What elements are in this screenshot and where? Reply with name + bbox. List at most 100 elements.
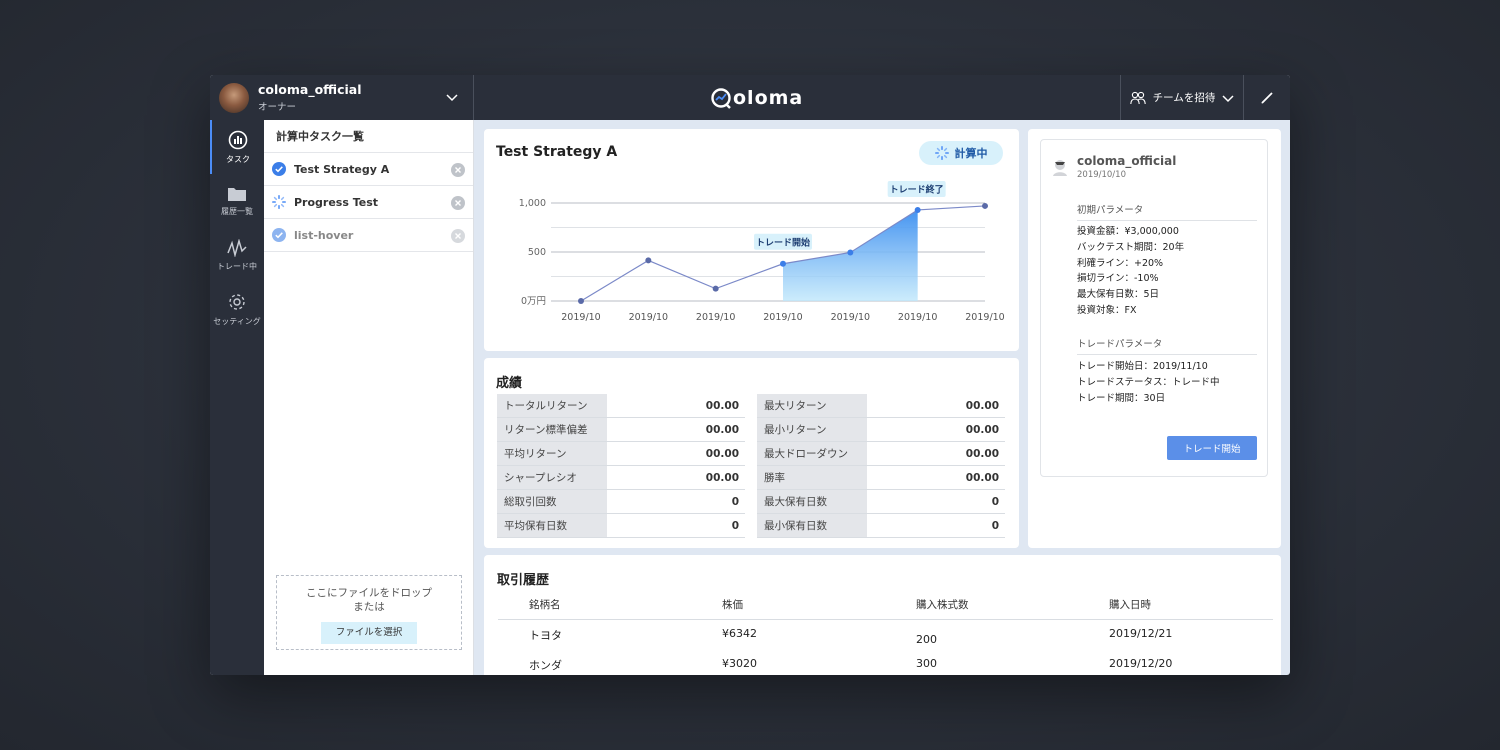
x-tick-label: 2019/10 <box>763 312 802 323</box>
invite-label: チームを招待 <box>1152 92 1216 104</box>
data-point <box>578 298 584 304</box>
performance-row: 平均保有日数 0 <box>497 514 745 538</box>
metric-label: 最大保有日数 <box>757 490 867 513</box>
select-file-button[interactable]: ファイルを選択 <box>321 622 417 644</box>
dropzone-text: ここにファイルをドロップ <box>306 587 432 599</box>
param-line: 損切ライン：-10% <box>1077 273 1159 285</box>
metric-label: 最大リターン <box>757 394 867 417</box>
metric-value: 00.00 <box>705 471 739 484</box>
parameters-card: coloma_official 2019/10/10 初期パラメータ 投資金額：… <box>1028 129 1281 548</box>
metric-value: 00.00 <box>965 447 999 460</box>
task-item[interactable]: Progress Test <box>264 186 473 219</box>
nav-label: トレード中 <box>217 261 257 271</box>
param-line: トレードステータス：トレード中 <box>1077 376 1220 388</box>
performance-row: シャープレシオ 00.00 <box>497 466 745 490</box>
metric-value: 00.00 <box>705 447 739 460</box>
performance-table-left: トータルリターン 00.00 リターン標準偏差 00.00 平均リターン 00.00 シャー… <box>497 394 745 538</box>
share-count: 200 <box>916 633 937 646</box>
column-header: 購入日時 <box>1109 599 1151 611</box>
pencil-icon <box>1261 91 1273 104</box>
performance-row: トータルリターン 00.00 <box>497 394 745 418</box>
initial-params-title: 初期パラメータ <box>1077 202 1257 221</box>
x-tick-label: 2019/10 <box>561 312 600 323</box>
task-list-panel: 計算中タスク一覧 Test Strategy A Progress Test l… <box>264 120 474 675</box>
metric-label: 最小保有日数 <box>757 514 867 537</box>
metric-value: 00.00 <box>965 423 999 436</box>
nav-item-tasks[interactable]: タスク <box>210 120 264 174</box>
gear-icon <box>229 293 245 310</box>
share-count: 300 <box>916 657 937 670</box>
stock-price: ¥6342 <box>722 627 757 640</box>
param-date: 2019/10/10 <box>1077 170 1126 180</box>
check-circle-icon <box>272 162 286 176</box>
avatar <box>219 82 249 113</box>
team-icon <box>1129 91 1146 104</box>
nav-item-history[interactable]: 履歴一覧 <box>210 174 264 228</box>
chevron-down-icon <box>1222 94 1234 102</box>
task-name: Progress Test <box>294 195 379 209</box>
remove-icon[interactable] <box>451 196 465 210</box>
logo-magnifier-icon <box>711 88 731 109</box>
performance-title: 成績 <box>496 376 523 391</box>
trade-params-title: トレードパラメータ <box>1077 336 1257 355</box>
y-tick-label: 1,000 <box>519 198 546 209</box>
param-user-name: coloma_official <box>1077 154 1177 168</box>
data-point <box>982 202 988 209</box>
param-line: トレード開始日：2019/11/10 <box>1077 361 1208 372</box>
performance-row: 最大保有日数 0 <box>757 490 1005 514</box>
chevron-down-icon[interactable] <box>446 91 458 103</box>
nav-item-trading[interactable]: トレード中 <box>210 228 264 282</box>
annotation-label: トレード終了 <box>890 183 944 195</box>
remove-icon[interactable] <box>451 163 465 177</box>
user-switcher[interactable]: coloma_official オーナー <box>210 75 474 120</box>
nav-item-settings[interactable]: セッティング <box>210 282 264 336</box>
initial-params-list: 投資金額：¥3,000,000 バックテスト期間：20年 利確ライン：+20% 損切ラ… <box>1077 224 1184 319</box>
x-tick-label: 2019/10 <box>831 312 870 323</box>
task-item[interactable]: list-hover <box>264 219 473 252</box>
task-name: list-hover <box>294 228 354 242</box>
start-trade-button[interactable]: トレード開始 <box>1167 436 1257 460</box>
edit-button[interactable] <box>1244 75 1290 120</box>
task-item[interactable]: Test Strategy A <box>264 153 473 186</box>
history-title: 取引履歴 <box>497 573 550 588</box>
y-tick-label: 500 <box>528 247 546 258</box>
task-name: Test Strategy A <box>294 162 390 176</box>
metric-value: 00.00 <box>705 399 739 412</box>
app-logo: oloma <box>710 85 803 111</box>
strategy-chart-card: Test Strategy A 計算中 0万円 500 1,000 2019/10 20… <box>484 129 1019 351</box>
file-dropzone[interactable]: ここにファイルをドロップ または ファイルを選択 <box>276 575 462 650</box>
metric-label: 最小リターン <box>757 418 867 441</box>
data-point <box>847 249 854 256</box>
dropzone-or: または <box>353 601 385 613</box>
annotation-label: トレード開始 <box>756 236 810 248</box>
performance-row: 最小保有日数 0 <box>757 514 1005 538</box>
param-line: 最大保有日数：5日 <box>1077 289 1160 301</box>
app-window: coloma_official オーナー oloma チームを招待 タスク 履歴… <box>210 75 1290 675</box>
stock-name: トヨタ <box>529 629 562 642</box>
performance-card: 成績 トータルリターン 00.00 リターン標準偏差 00.00 平均リターン 00.00… <box>484 358 1019 548</box>
metric-value: 0 <box>991 519 999 532</box>
x-tick-label: 2019/10 <box>629 312 668 323</box>
metric-value: 00.00 <box>705 423 739 436</box>
side-nav: タスク 履歴一覧 トレード中 セッティング <box>210 120 264 675</box>
metric-label: トータルリターン <box>497 394 607 417</box>
line-chart: 0万円 500 1,000 2019/10 2019/10 2019/10 2019/10 2… <box>519 180 1005 323</box>
purchase-date: 2019/12/20 <box>1109 657 1173 670</box>
table-row[interactable]: トヨタ ¥6342 200 2019/12/21 <box>498 627 1273 655</box>
performance-row: 最大リターン 00.00 <box>757 394 1005 418</box>
performance-row: 平均リターン 00.00 <box>497 442 745 466</box>
param-line: トレード期間：30日 <box>1077 392 1166 404</box>
performance-row: 最大ドローダウン 00.00 <box>757 442 1005 466</box>
table-row[interactable]: ホンダ ¥3020 300 2019/12/20 <box>498 657 1273 675</box>
logo-text: oloma <box>733 87 804 109</box>
column-header: 株価 <box>722 599 743 611</box>
user-name: coloma_official <box>258 82 362 97</box>
parameters-panel: coloma_official 2019/10/10 初期パラメータ 投資金額：… <box>1040 139 1268 477</box>
remove-icon[interactable] <box>451 229 465 243</box>
metric-value: 00.00 <box>965 471 999 484</box>
metric-value: 0 <box>731 495 739 508</box>
spinner-icon <box>272 195 286 209</box>
performance-table-right: 最大リターン 00.00 最小リターン 00.00 最大ドローダウン 00.00 勝率 00.… <box>757 394 1005 538</box>
column-header: 銘柄名 <box>529 599 561 611</box>
invite-team-button[interactable]: チームを招待 <box>1120 75 1244 120</box>
